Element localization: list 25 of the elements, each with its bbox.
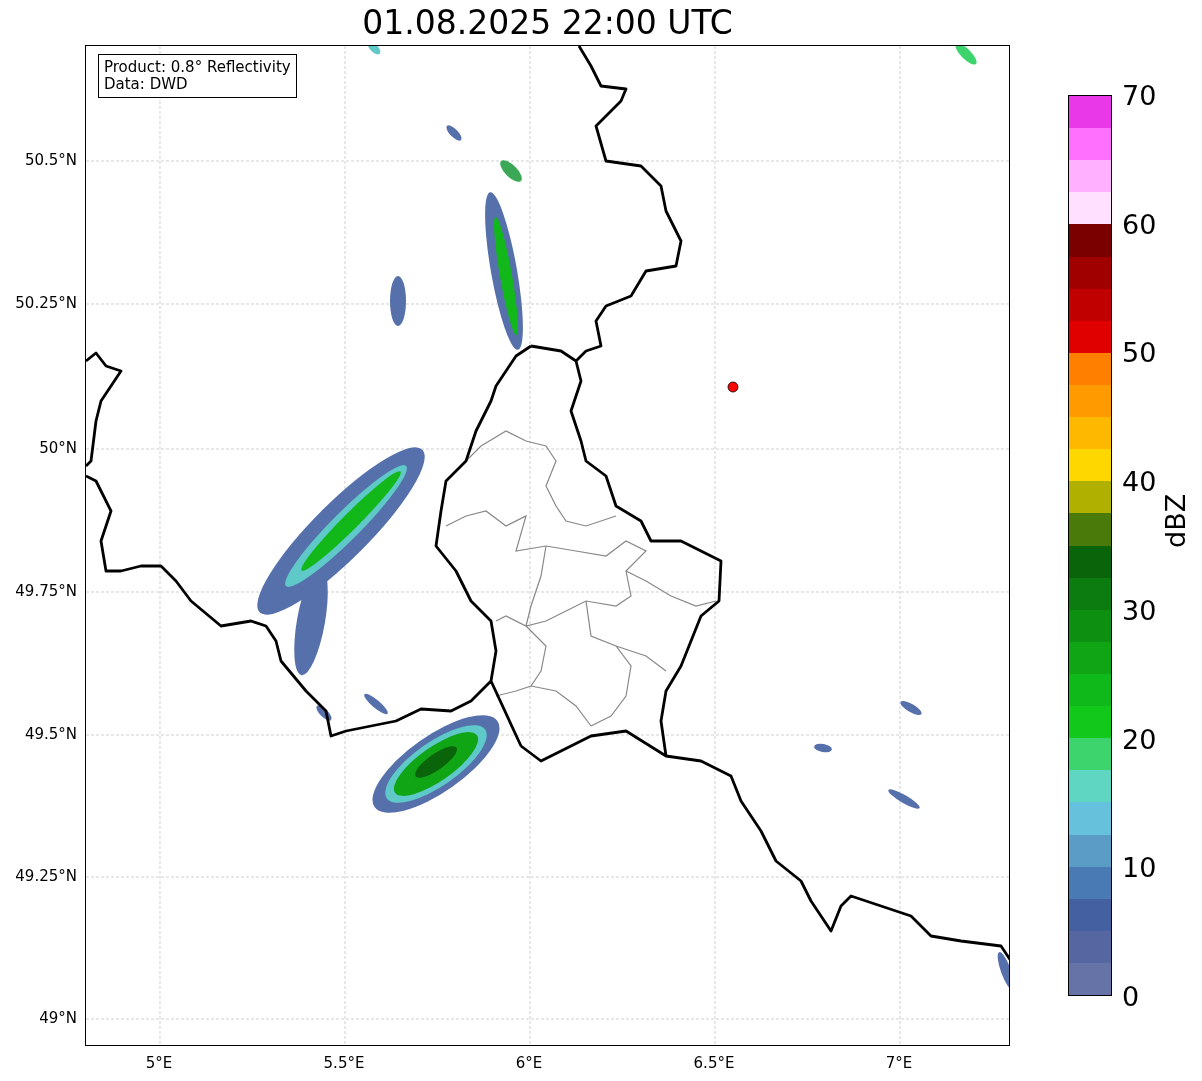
radar-station-marker	[727, 381, 739, 393]
colorbar-tick-label: 40	[1122, 465, 1157, 497]
colorbar-tick-label: 10	[1122, 851, 1157, 883]
longitude-label: 5°E	[145, 1054, 173, 1072]
latitude-label: 50.5°N	[24, 151, 77, 169]
colorbar-tick-label: 60	[1122, 208, 1157, 240]
latitude-label: 49°N	[39, 1009, 77, 1027]
colorbar-label: dBZ	[1160, 493, 1191, 548]
longitude-label: 6°E	[515, 1054, 543, 1072]
latitude-label: 49.75°N	[15, 582, 77, 600]
info-text: Data: DWD	[104, 76, 189, 93]
chart-title: 01.08.2025 22:00 UTC	[362, 3, 733, 42]
colorbar-tick-label: 30	[1122, 594, 1157, 626]
colorbar-tick-label: 70	[1122, 79, 1157, 111]
info-text: Product: 0.8° Reflectivity	[104, 59, 291, 76]
longitude-label: 5.5°E	[323, 1054, 365, 1072]
latitude-label: 49.25°N	[15, 867, 77, 885]
latitude-label: 50.25°N	[15, 294, 77, 312]
colorbar-tick-label: 0	[1122, 980, 1140, 1012]
latitude-label: 50°N	[39, 439, 77, 457]
longitude-label: 7°E	[885, 1054, 913, 1072]
colorbar-tick-label: 50	[1122, 336, 1157, 368]
longitude-label: 6.5°E	[693, 1054, 735, 1072]
colorbar-tick-label: 20	[1122, 723, 1157, 755]
latitude-label: 49.5°N	[24, 725, 77, 743]
